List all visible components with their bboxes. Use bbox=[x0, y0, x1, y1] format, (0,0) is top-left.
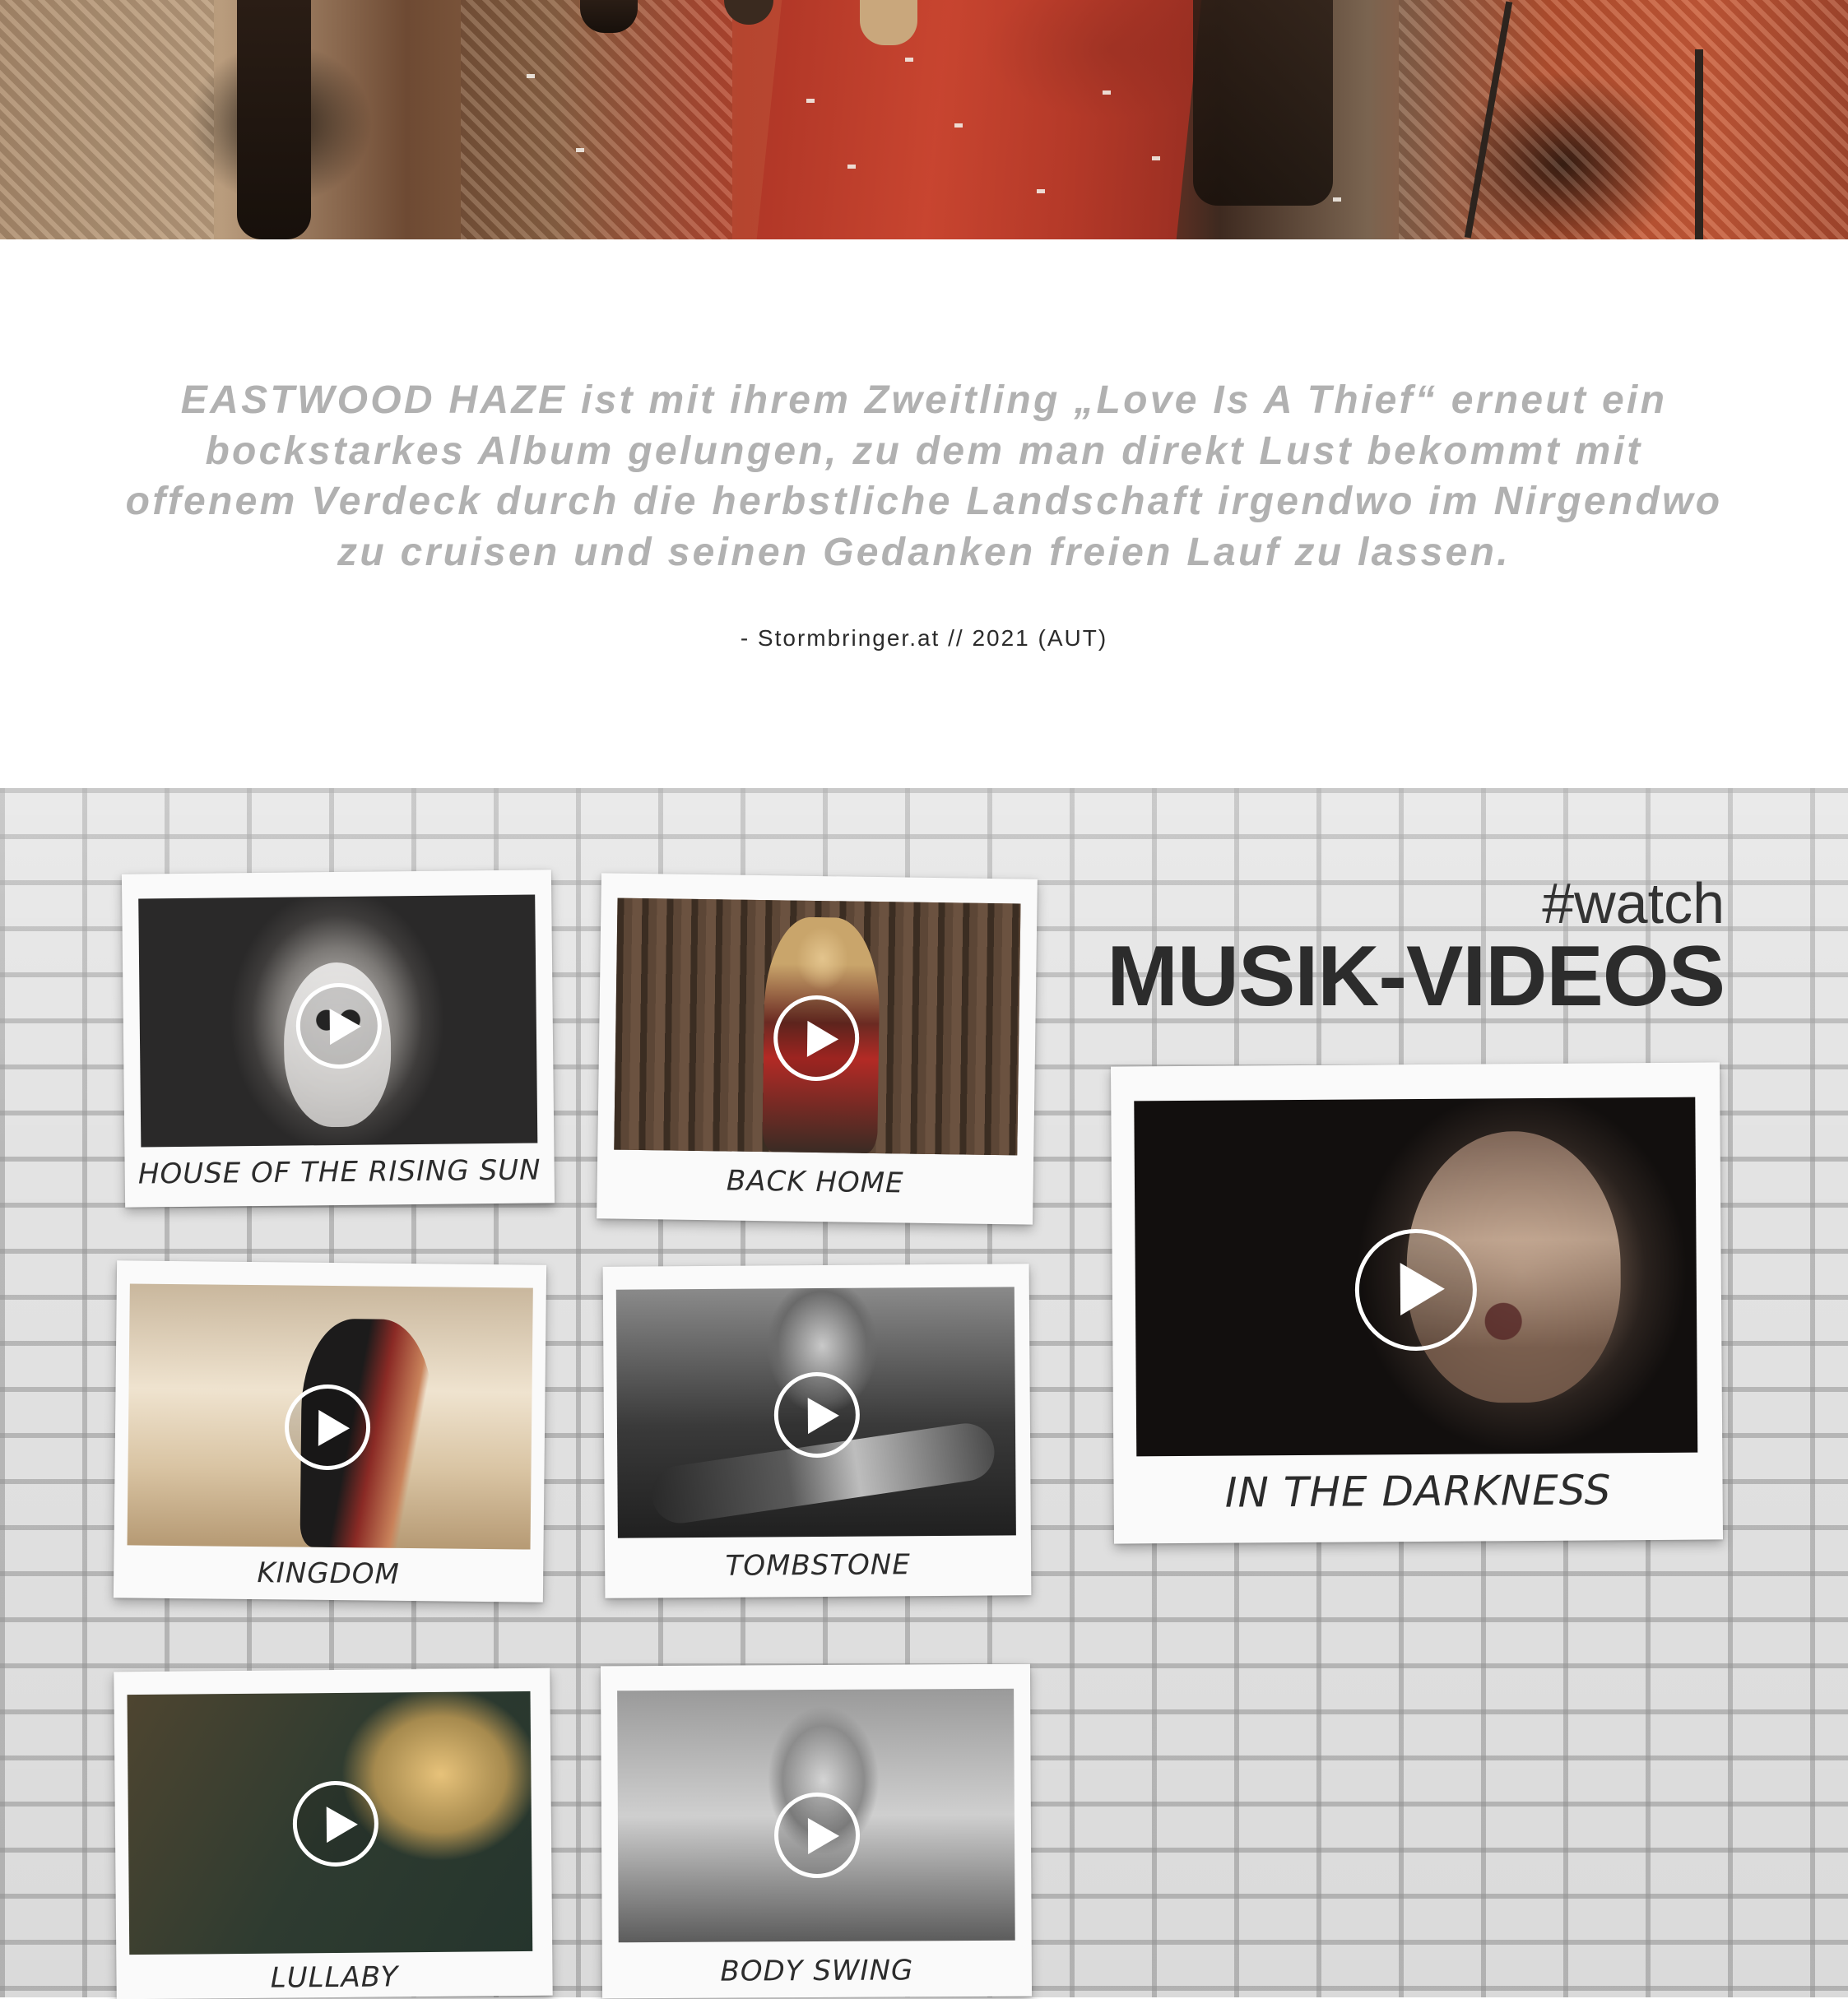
boot-tan bbox=[860, 0, 917, 45]
confetti bbox=[905, 58, 913, 62]
confetti bbox=[806, 99, 815, 103]
video-card-house-of-the-rising-sun[interactable]: HOUSE OF THE RISING SUN bbox=[121, 870, 555, 1208]
video-title: BACK HOME bbox=[726, 1164, 904, 1200]
rug-pattern-right bbox=[1399, 0, 1848, 239]
video-card-lullaby[interactable]: LULLABY bbox=[114, 1667, 553, 1999]
video-card-kingdom[interactable]: KINGDOM bbox=[113, 1260, 547, 1602]
confetti bbox=[1037, 189, 1045, 193]
play-icon[interactable] bbox=[284, 1384, 371, 1471]
hero-image bbox=[0, 0, 1848, 239]
video-title: BODY SWING bbox=[720, 1954, 914, 1988]
video-title: TOMBSTONE bbox=[725, 1548, 911, 1583]
mic-stand bbox=[1695, 49, 1703, 239]
play-icon[interactable] bbox=[292, 1780, 379, 1867]
video-title: HOUSE OF THE RISING SUN bbox=[137, 1153, 541, 1191]
video-title: LULLABY bbox=[270, 1960, 399, 1995]
video-card-tombstone[interactable]: TOMBSTONE bbox=[602, 1264, 1032, 1598]
video-card-back-home[interactable]: BACK HOME bbox=[597, 873, 1038, 1225]
confetti bbox=[1152, 156, 1160, 160]
confetti bbox=[1103, 90, 1111, 95]
play-icon[interactable] bbox=[773, 1371, 861, 1459]
confetti bbox=[1333, 197, 1341, 202]
video-card-in-the-darkness[interactable]: IN THE DARKNESS bbox=[1110, 1062, 1724, 1544]
video-card-body-swing[interactable]: BODY SWING bbox=[600, 1663, 1033, 1999]
play-icon[interactable] bbox=[1354, 1228, 1478, 1352]
confetti bbox=[954, 123, 963, 128]
rug-pattern-left bbox=[0, 0, 214, 239]
red-runner bbox=[756, 0, 1202, 239]
shadow-figure-right bbox=[1193, 0, 1333, 206]
rug-pattern-mid bbox=[461, 0, 732, 239]
confetti bbox=[576, 148, 584, 152]
confetti bbox=[847, 165, 856, 169]
play-icon[interactable] bbox=[773, 1792, 861, 1879]
section-title: MUSIK-VIDEOS bbox=[1107, 929, 1725, 1024]
play-icon[interactable] bbox=[295, 982, 383, 1069]
quote-source: - Stormbringer.at // 2021 (AUT) bbox=[740, 625, 1108, 651]
press-quote: EASTWOOD HAZE ist mit ihrem Zweitling „L… bbox=[125, 378, 1723, 574]
video-title: KINGDOM bbox=[257, 1556, 401, 1591]
confetti bbox=[527, 74, 535, 78]
video-title: IN THE DARKNESS bbox=[1224, 1466, 1612, 1517]
section-tag: #watch bbox=[1542, 871, 1725, 935]
shadow-figure bbox=[237, 0, 311, 239]
